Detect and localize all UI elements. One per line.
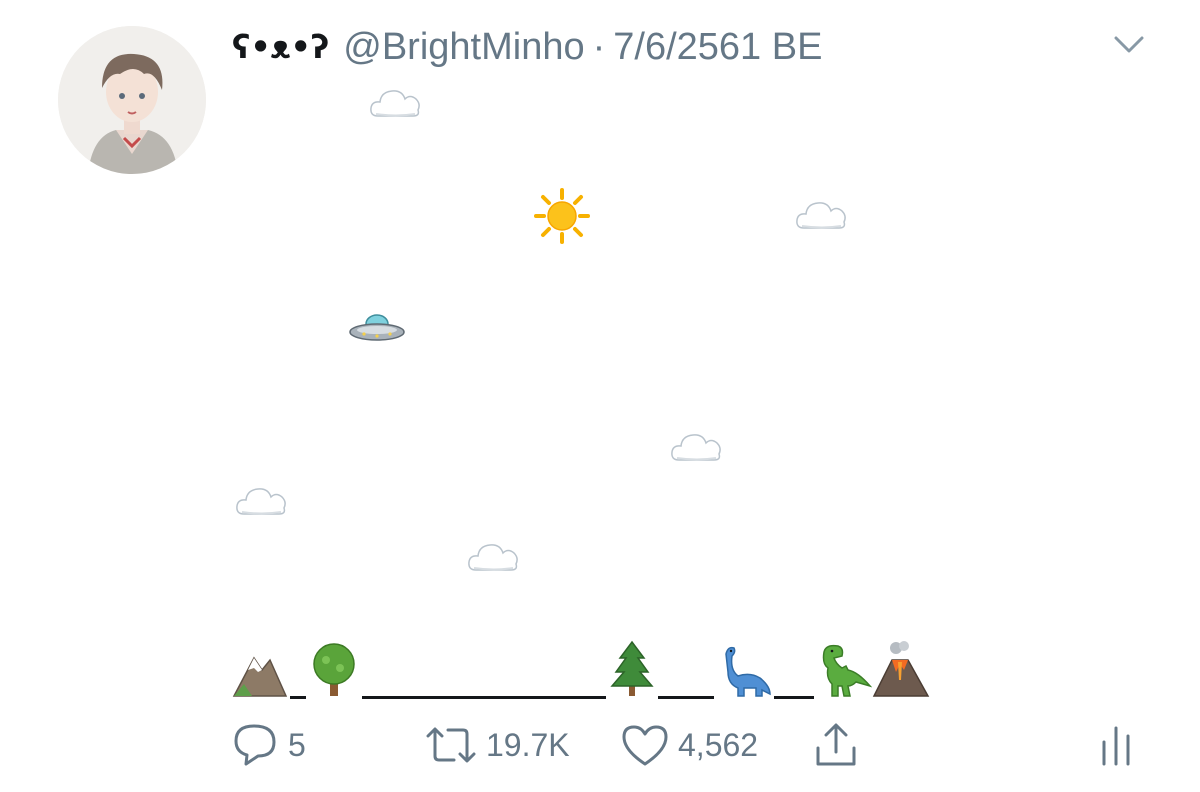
analytics-button[interactable] <box>1098 722 1134 768</box>
reply-button[interactable]: 5 <box>232 722 306 768</box>
ground-line <box>232 640 930 705</box>
display-name[interactable]: ʕ•ᴥ•ʔ <box>232 28 329 66</box>
reply-count: 5 <box>288 726 306 763</box>
ground-segment <box>774 696 814 699</box>
cloud-icon <box>234 482 288 521</box>
cloud-icon <box>669 428 723 467</box>
action-bar: 5 19.7K 4,562 <box>0 722 1200 772</box>
share-icon <box>816 723 856 766</box>
cloud-icon <box>368 84 422 123</box>
ground-segment <box>290 696 306 699</box>
avatar[interactable] <box>58 26 206 174</box>
sun-icon <box>534 188 590 247</box>
heart-icon <box>622 725 668 766</box>
retweet-button[interactable]: 19.7K <box>424 722 570 768</box>
reply-icon <box>234 724 276 766</box>
evergreen-tree-icon <box>608 640 656 705</box>
like-count: 4,562 <box>678 726 759 763</box>
mountain-icon <box>232 644 288 705</box>
retweet-icon <box>426 727 476 763</box>
like-button[interactable]: 4,562 <box>620 722 758 768</box>
sauropod-icon <box>716 642 772 705</box>
retweet-count: 19.7K <box>486 726 570 763</box>
tree-icon <box>308 642 360 705</box>
separator: · <box>592 25 606 68</box>
t-rex-icon <box>816 642 873 705</box>
avatar-illustration <box>58 26 206 174</box>
analytics-icon <box>1102 726 1130 766</box>
user-handle[interactable]: @BrightMinho <box>343 26 584 69</box>
tweet-date[interactable]: 7/6/2561 BE <box>613 26 822 69</box>
ufo-icon <box>348 312 406 349</box>
share-button[interactable] <box>812 722 860 768</box>
ground-segment <box>658 696 714 699</box>
chevron-down-icon[interactable] <box>1112 30 1146 58</box>
cloud-icon <box>466 538 520 577</box>
cloud-icon <box>794 196 848 235</box>
ground-segment <box>362 696 606 699</box>
volcano-icon <box>872 640 930 705</box>
tweet-header: ʕ•ᴥ•ʔ @BrightMinho · 7/6/2561 BE <box>232 22 822 72</box>
